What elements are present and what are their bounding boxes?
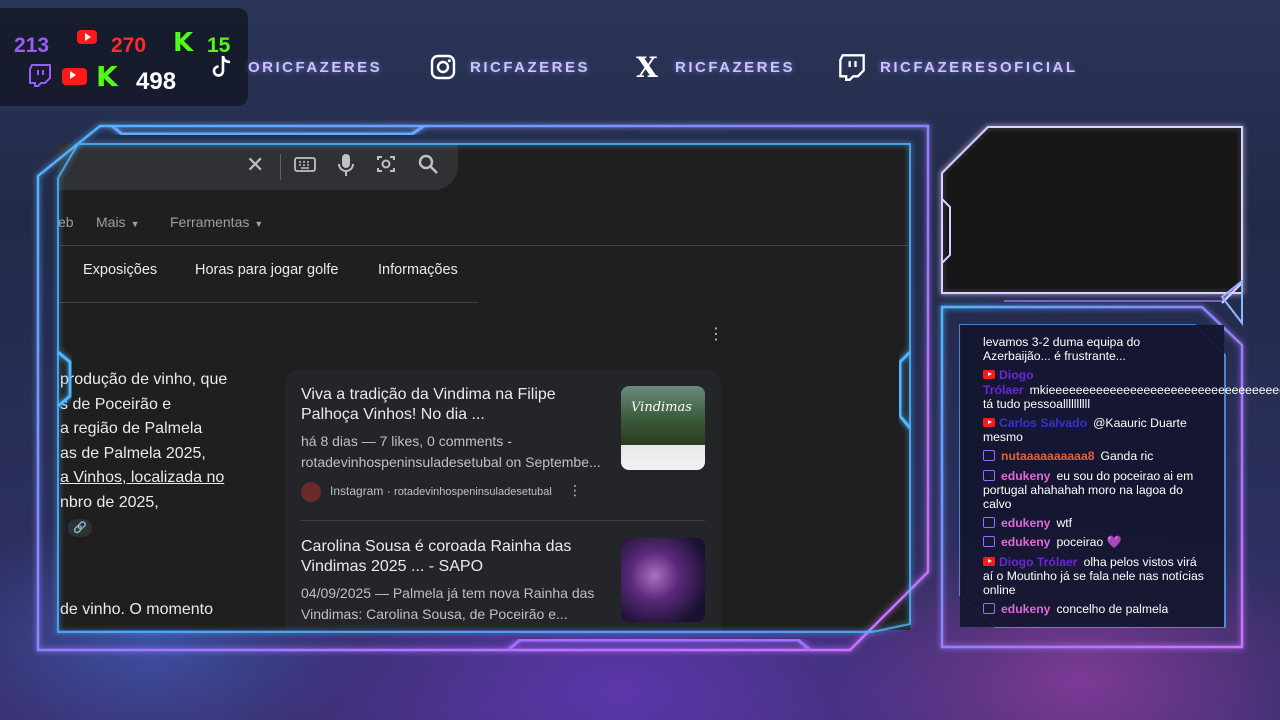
chat-panel: levamos 3-2 duma equipa do Azerbaijão...…: [960, 325, 1280, 627]
youtube-badge-icon: [983, 556, 995, 566]
chat-username[interactable]: edukeny: [1001, 535, 1050, 549]
tiktok-handle: ORICFAZERES: [248, 58, 383, 76]
chat-username[interactable]: edukeny: [1001, 516, 1050, 530]
chat-username[interactable]: edukeny: [1001, 602, 1050, 616]
twitch-badge-icon: [983, 603, 995, 615]
social-x: X RICFAZERES: [633, 50, 796, 84]
youtube-badge-icon: [983, 418, 995, 428]
twitch-badge-icon: [983, 469, 995, 481]
youtube-badge-icon: [983, 370, 995, 380]
instagram-handle: RICFAZERES: [470, 58, 591, 76]
kick-icon: K: [96, 60, 118, 93]
camera-frame: [941, 126, 1243, 304]
chat-text: levamos 3-2 duma equipa do Azerbaijão...…: [983, 335, 1141, 364]
chat-message: Diogo Trólaer mkieeeeeeeeeeeeeeeeeeeeeeee…: [983, 368, 1280, 411]
x-handle: RICFAZERES: [675, 58, 796, 76]
twitch-badge-icon: [983, 517, 995, 529]
twitch-viewer-count: 213: [14, 34, 50, 57]
chat-username[interactable]: Carlos Salvado: [999, 416, 1087, 430]
kick-icon: K: [173, 28, 194, 58]
chat-username[interactable]: nutaaaaaaaaaa8: [1001, 449, 1095, 463]
social-tiktok: ORICFAZERES: [210, 52, 382, 82]
x-icon: X: [636, 50, 658, 84]
social-instagram: RICFAZERES: [430, 52, 590, 82]
twitch-handle: RICFAZERESOFICIAL: [880, 58, 1078, 76]
chat-message: Diogo Trólaer olha pelos vistos virá aí o…: [983, 555, 1210, 598]
chat-username[interactable]: edukeny: [1001, 469, 1050, 483]
twitch-icon: [839, 54, 865, 81]
youtube-icon: [77, 30, 97, 44]
main-neon-frame: [36, 124, 930, 652]
chat-text: Ganda ric: [1100, 449, 1154, 464]
youtube-icon: [62, 68, 87, 85]
chat-message: nutaaaaaaaaaa8 Ganda ric: [983, 449, 1210, 463]
chat-text: wtf: [1056, 516, 1073, 531]
twitch-icon: [29, 64, 51, 87]
social-twitch: RICFAZERESOFICIAL: [838, 52, 1078, 82]
chat-text: concelho de palmela: [1056, 602, 1169, 617]
chat-message: edukeny eu sou do poceirao ai em portugal…: [983, 469, 1210, 512]
chat-message: Carlos Salvado @Kaauric Duarte mesmo: [983, 416, 1210, 444]
instagram-icon: [430, 54, 456, 80]
chat-message: levamos 3-2 duma equipa do Azerbaijão...…: [983, 335, 1210, 363]
chat-message: edukeny poceirao 💜: [983, 535, 1210, 549]
total-viewer-count: 498: [136, 68, 177, 95]
twitch-badge-icon: [983, 536, 995, 548]
youtube-viewer-count: 270: [111, 34, 147, 57]
tiktok-icon: [212, 55, 231, 77]
chat-message: edukeny wtf: [983, 516, 1210, 530]
twitch-badge-icon: [983, 450, 995, 462]
chat-text: poceirao 💜: [1056, 535, 1122, 550]
chat-username[interactable]: Diogo Trólaer: [999, 555, 1078, 569]
chat-message: edukeny concelho de palmela: [983, 602, 1210, 616]
